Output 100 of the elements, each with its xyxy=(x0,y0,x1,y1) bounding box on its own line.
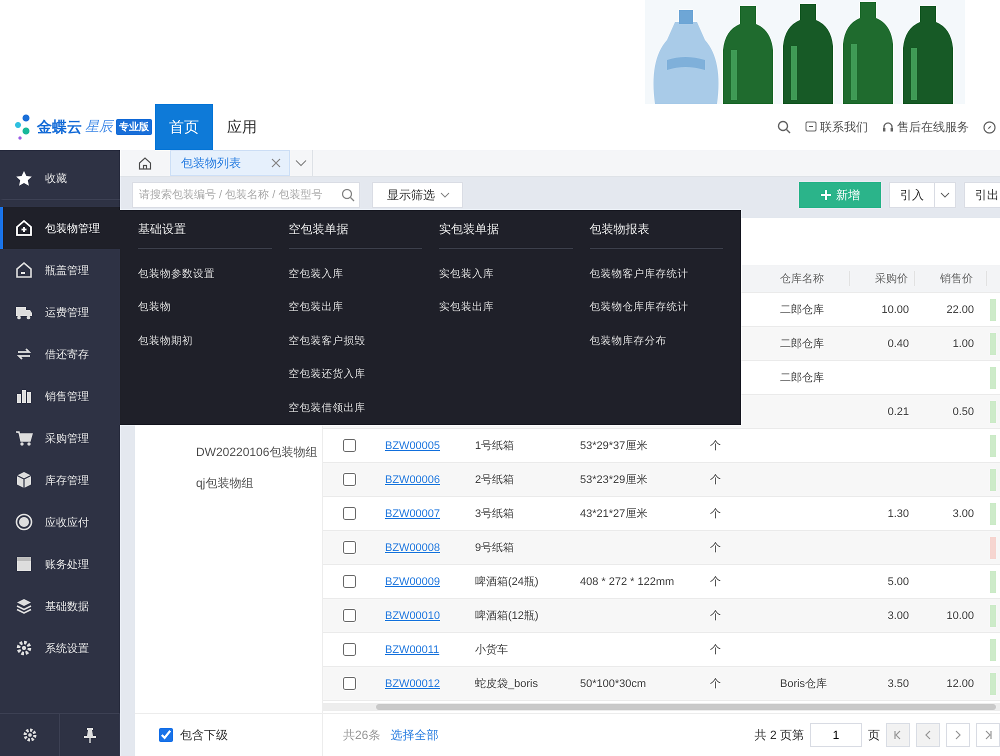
table-cell: 10.00 xyxy=(881,304,909,316)
sidebar-label: 账务处理 xyxy=(45,558,89,572)
menu-item[interactable]: 空包装出库 xyxy=(288,290,422,324)
menu-heading: 实包装单据 xyxy=(439,210,572,249)
search-field[interactable]: 请搜索包装编号 / 包装名称 / 包装型号 xyxy=(132,182,360,208)
row-checkbox[interactable] xyxy=(342,575,356,588)
code-link[interactable]: BZW00008 xyxy=(385,542,440,554)
scrollbar-thumb[interactable] xyxy=(376,704,996,710)
table-cell: 个 xyxy=(710,610,721,622)
table-cell: 53*23*29厘米 xyxy=(580,474,648,486)
menu-item[interactable]: 空包装还货入库 xyxy=(288,358,422,391)
sidebar-label: 借还寄存 xyxy=(45,348,89,362)
last-page-button[interactable] xyxy=(976,723,1000,747)
page-field[interactable]: 1 xyxy=(810,723,862,747)
menu-heading: 基础设置 xyxy=(138,210,272,249)
sidebar-item[interactable]: 系统设置 xyxy=(0,627,120,669)
nav-tab[interactable]: 应用 xyxy=(213,104,271,150)
header-link[interactable]: 售后在线服务 xyxy=(897,118,969,136)
home-icon[interactable] xyxy=(138,156,152,170)
table-cell: 个 xyxy=(710,644,721,656)
menu-item[interactable]: 包装物库存分布 xyxy=(590,324,723,358)
compass-icon[interactable] xyxy=(983,120,996,134)
sidebar-label: 系统设置 xyxy=(45,642,89,656)
chevron-icon xyxy=(440,192,450,198)
sidebar-item[interactable]: 瓶盖管理 xyxy=(0,249,120,291)
sidebar-item[interactable]: 销售管理 xyxy=(0,375,120,417)
sidebar-item[interactable]: 应收应付 xyxy=(0,501,120,543)
menu-item[interactable]: 实包装出库 xyxy=(439,290,572,324)
sidebar-item[interactable]: 借还寄存 xyxy=(0,333,120,375)
select-all-link[interactable]: 选择全部 xyxy=(390,726,438,744)
row-checkbox[interactable] xyxy=(342,541,356,554)
headset-icon[interactable] xyxy=(882,121,894,133)
tree-item[interactable]: DW20220106包装物组 xyxy=(196,444,322,461)
code-link[interactable]: BZW00009 xyxy=(385,576,440,588)
menu-item[interactable]: 包装物期初 xyxy=(138,324,272,358)
chevron-icon xyxy=(940,192,950,198)
sidebar-item[interactable]: 基础数据 xyxy=(0,585,120,627)
menu-item[interactable]: 实包装入库 xyxy=(439,257,572,290)
table-cell: 个 xyxy=(710,440,721,452)
table-cell: 啤酒箱(24瓶) xyxy=(475,576,539,588)
menu-item[interactable]: 空包装借领出库 xyxy=(288,391,422,424)
menu-item[interactable]: 包装物 xyxy=(138,290,272,324)
code-link[interactable]: BZW00006 xyxy=(385,474,440,486)
sidebar-item[interactable]: 采购管理 xyxy=(0,417,120,459)
caret-icon[interactable] xyxy=(295,159,307,167)
table-cell: 个 xyxy=(710,576,721,588)
sidebar-item[interactable]: 账务处理 xyxy=(0,543,120,585)
sidebar-item[interactable]: 库存管理 xyxy=(0,459,120,501)
table-cell: 53*29*37厘米 xyxy=(580,440,648,452)
house-icon xyxy=(15,261,33,279)
sidebar-label: 库存管理 xyxy=(45,474,89,488)
sidebar-label: 销售管理 xyxy=(45,390,89,404)
menu-item[interactable]: 包装物参数设置 xyxy=(138,257,272,290)
table-cell: 二郎仓库 xyxy=(780,372,824,384)
sidebar-item[interactable]: 包装物管理 xyxy=(0,207,120,249)
search-icon[interactable] xyxy=(341,188,355,202)
menu-item[interactable]: 包装物客户库存统计 xyxy=(590,257,723,290)
page-tab[interactable]: 包装物列表 xyxy=(170,150,290,176)
code-link[interactable]: BZW00012 xyxy=(385,678,440,690)
row-checkbox[interactable] xyxy=(342,609,356,622)
row-checkbox[interactable] xyxy=(342,439,356,452)
menu-item[interactable]: 空包装客户损毁 xyxy=(288,324,422,358)
nav-tab[interactable]: 首页 xyxy=(155,104,213,150)
table-cell: 50*100*30cm xyxy=(580,678,646,690)
menu-heading: 包装物报表 xyxy=(590,210,723,249)
plus-icon xyxy=(820,189,832,201)
row-checkbox[interactable] xyxy=(342,507,356,520)
code-link[interactable]: BZW00007 xyxy=(385,508,440,520)
row-checkbox[interactable] xyxy=(342,643,356,656)
chat-icon[interactable] xyxy=(805,121,817,133)
import-button[interactable]: 引入 xyxy=(889,182,935,208)
export-button[interactable]: 引出 xyxy=(964,182,1000,208)
menu-item[interactable]: 包装物仓库库存统计 xyxy=(590,290,723,324)
sidebar-item[interactable]: 运费管理 xyxy=(0,291,120,333)
pin-icon[interactable] xyxy=(82,727,96,743)
search-icon[interactable] xyxy=(777,120,791,134)
table-cell: 3.00 xyxy=(952,508,974,520)
sidebar-label: 包装物管理 xyxy=(45,222,100,236)
sidebar-label: 采购管理 xyxy=(45,432,89,446)
code-link[interactable]: BZW00010 xyxy=(385,610,440,622)
table-cell: 1.00 xyxy=(952,338,974,350)
close-icon[interactable] xyxy=(271,158,281,168)
row-checkbox[interactable] xyxy=(342,677,356,690)
table-cell: 3.50 xyxy=(888,678,909,690)
column-header: 采购价 xyxy=(850,271,915,286)
include-checkbox[interactable] xyxy=(159,728,173,742)
row-checkbox[interactable] xyxy=(342,473,356,486)
coin-icon xyxy=(15,513,33,531)
dropdown-button[interactable] xyxy=(935,182,956,208)
menu-item[interactable]: 空包装入库 xyxy=(288,257,422,290)
code-link[interactable]: BZW00005 xyxy=(385,440,440,452)
code-link[interactable]: BZW00011 xyxy=(385,644,440,656)
table-cell: 个 xyxy=(710,474,721,486)
table-cell: 43*21*27厘米 xyxy=(580,508,648,520)
logo-subtitle: 星辰 xyxy=(85,118,113,136)
header-link[interactable]: 联系我们 xyxy=(820,118,868,136)
tree-item[interactable]: qj包装物组 xyxy=(196,475,322,492)
star-icon xyxy=(15,170,33,188)
settings-icon[interactable] xyxy=(22,727,38,743)
filter-button[interactable]: 显示筛选 xyxy=(372,182,463,208)
